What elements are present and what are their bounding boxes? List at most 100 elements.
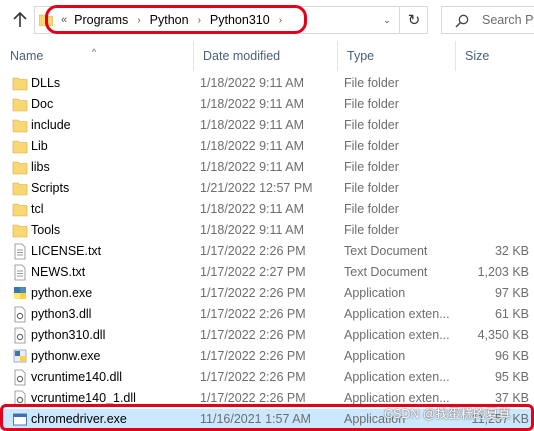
file-name: tcl [31,202,44,216]
file-type: File folder [344,139,399,153]
file-name: DLLs [31,76,61,90]
up-arrow-icon[interactable] [10,10,30,30]
dll-file-icon [12,327,28,344]
file-row[interactable]: tcl 1/18/2022 9:11 AM File folder [0,199,534,220]
file-row[interactable]: include 1/18/2022 9:11 AM File folder [0,115,534,136]
file-size [460,220,529,241]
folder-icon [12,201,28,218]
address-dropdown-button[interactable]: ⌄ [375,7,399,33]
file-date: 1/18/2022 9:11 AM [200,139,305,153]
file-row[interactable]: python310.dll 1/17/2022 2:26 PM Applicat… [0,325,534,346]
file-row[interactable]: pythonw.exe 1/17/2022 2:26 PM Applicatio… [0,346,534,367]
dll-file-icon [12,306,28,323]
file-row[interactable]: python3.dll 1/17/2022 2:26 PM Applicatio… [0,304,534,325]
text-file-icon [12,243,28,260]
file-type: Application exten... [344,370,450,384]
file-size: 1,203 KB [477,265,529,279]
file-size: 11,257 KB [471,412,529,426]
file-name: Doc [31,97,54,111]
folder-icon [12,117,28,134]
refresh-icon: ↻ [407,12,421,29]
file-name: python310.dll [31,328,106,342]
column-header-date[interactable]: Date modified [193,41,337,71]
file-row[interactable]: NEWS.txt 1/17/2022 2:27 PM Text Document… [0,262,534,283]
file-name: vcruntime140.dll [31,370,123,384]
file-size: 97 KB [494,286,529,300]
file-size [460,157,529,178]
file-list: DLLs 1/18/2022 9:11 AM File folder Doc 1… [0,73,534,430]
file-size [460,94,529,115]
file-size: 96 KB [494,349,529,363]
chevron-right-icon[interactable]: › [198,15,201,26]
chevron-down-icon: ⌄ [383,14,391,25]
navigation-toolbar: « Programs › Python › Python310 › ⌄ ↻ Se… [0,0,534,40]
breadcrumb-overflow[interactable]: « [61,14,67,26]
folder-icon [12,75,28,92]
file-row[interactable]: Lib 1/18/2022 9:11 AM File folder [0,136,534,157]
file-size: 32 KB [494,244,529,258]
file-name: Lib [31,139,48,153]
file-type: File folder [344,97,399,111]
python-exe-icon [12,348,28,365]
file-type: Text Document [344,265,428,279]
chevron-right-icon[interactable]: › [279,15,282,26]
file-row[interactable]: python.exe 1/17/2022 2:26 PM Application… [0,283,534,304]
file-row[interactable]: Doc 1/18/2022 9:11 AM File folder [0,94,534,115]
file-name: python3.dll [31,307,92,321]
file-row[interactable]: DLLs 1/18/2022 9:11 AM File folder [0,73,534,94]
file-date: 1/18/2022 9:11 AM [200,97,305,111]
search-box[interactable]: Search Py [441,6,534,34]
file-name: Scripts [31,181,70,195]
column-header-type[interactable]: Type [337,41,455,71]
file-date: 11/16/2021 1:57 AM [200,412,311,426]
file-type: File folder [344,76,399,90]
file-date: 1/17/2022 2:27 PM [200,265,306,279]
file-name: Tools [31,223,61,237]
file-type: Application [344,349,406,363]
file-size: 4,350 KB [477,328,529,342]
column-header: Name ^ Date modified Type Size [0,41,534,71]
dll-file-icon [12,369,28,386]
file-name: libs [31,160,50,174]
file-row[interactable]: LICENSE.txt 1/17/2022 2:26 PM Text Docum… [0,241,534,262]
file-date: 1/17/2022 2:26 PM [200,349,306,363]
file-row[interactable]: Scripts 1/21/2022 12:57 PM File folder [0,178,534,199]
breadcrumb-programs[interactable]: Programs [74,13,128,27]
file-name: vcruntime140_1.dll [31,391,136,405]
breadcrumb-python310[interactable]: Python310 [210,13,270,27]
file-type: File folder [344,181,399,195]
file-row-selected[interactable]: chromedriver.exe 11/16/2021 1:57 AM Appl… [0,409,534,430]
file-row[interactable]: vcruntime140.dll 1/17/2022 2:26 PM Appli… [0,367,534,388]
file-date: 1/17/2022 2:26 PM [200,370,306,384]
column-header-name[interactable]: Name ^ [0,41,193,71]
file-size: 37 KB [494,391,529,405]
file-type: File folder [344,160,399,174]
column-header-size[interactable]: Size [455,41,534,71]
address-bar[interactable]: « Programs › Python › Python310 › ⌄ ↻ [34,6,428,34]
file-date: 1/21/2022 12:57 PM [200,181,313,195]
column-name-label: Name [10,49,44,63]
chevron-right-icon[interactable]: › [137,15,140,26]
file-date: 1/17/2022 2:26 PM [200,307,306,321]
file-row[interactable]: vcruntime140_1.dll 1/17/2022 2:26 PM App… [0,388,534,409]
column-type-label: Type [347,49,375,63]
file-date: 1/18/2022 9:11 AM [200,160,305,174]
file-name: NEWS.txt [31,265,86,279]
file-size: 61 KB [494,307,529,321]
column-date-label: Date modified [203,49,281,63]
file-type: Application [344,412,406,426]
file-row[interactable]: Tools 1/18/2022 9:11 AM File folder [0,220,534,241]
file-type: Application [344,286,406,300]
file-name: LICENSE.txt [31,244,102,258]
file-date: 1/17/2022 2:26 PM [200,286,306,300]
file-type: File folder [344,118,399,132]
file-row[interactable]: libs 1/18/2022 9:11 AM File folder [0,157,534,178]
refresh-button[interactable]: ↻ [399,7,428,33]
search-icon [455,14,469,31]
breadcrumb-python[interactable]: Python [150,13,189,27]
file-type: File folder [344,223,399,237]
search-placeholder: Search Py [482,13,534,27]
file-size [460,136,529,157]
file-date: 1/17/2022 2:26 PM [200,244,306,258]
dll-file-icon [12,390,28,407]
